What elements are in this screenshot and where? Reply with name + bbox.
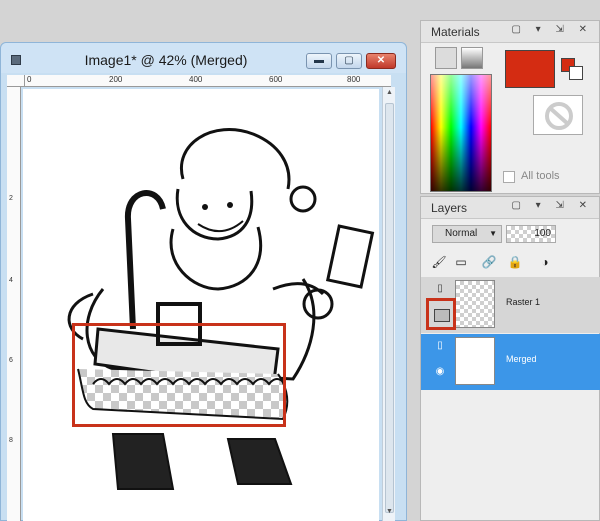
scroll-thumb[interactable] [385, 103, 394, 513]
minimize-icon: ▬ [314, 55, 324, 66]
link-icon[interactable]: 🔗 [481, 254, 497, 270]
foreground-swatch[interactable] [505, 50, 555, 88]
blend-mode-select[interactable]: Normal ▼ [432, 225, 502, 243]
santa-drawing [67, 128, 375, 490]
layer-thumbnail [455, 280, 495, 328]
horizontal-ruler: 0 200 400 600 800 [25, 75, 391, 87]
ruler-label: 6 [9, 357, 13, 364]
chevron-down-icon: ▼ [489, 229, 497, 238]
maximize-icon: ▢ [344, 55, 354, 66]
layer-icon: ▯ [437, 283, 443, 294]
layers-panel: Layers ▢ ▾ ⇲ ✕ Normal ▼ 100 🖌 ▭ 🔗 🔒 ◑ ▯ … [420, 196, 600, 521]
brush-icon[interactable]: 🖌 [431, 254, 447, 270]
all-tools-checkbox[interactable] [503, 171, 515, 183]
materials-panel: Materials ▢ ▾ ⇲ ✕ All tools [420, 20, 600, 194]
ruler-label: 8 [9, 437, 13, 444]
close-button[interactable]: ✕ [366, 53, 396, 69]
materials-header: Materials ▢ ▾ ⇲ ✕ [421, 21, 599, 43]
ruler-label: 800 [347, 75, 361, 84]
lock-icon[interactable]: 🔒 [507, 254, 523, 270]
annotation-highlight-mask[interactable] [426, 298, 456, 330]
image-canvas[interactable] [23, 89, 379, 521]
maximize-button[interactable]: ▢ [336, 53, 362, 69]
scroll-up-icon[interactable]: ▲ [383, 89, 396, 101]
scroll-down-icon[interactable]: ▼ [383, 508, 396, 520]
layers-header: Layers ▢ ▾ ⇲ ✕ [421, 197, 599, 219]
document-window: Image1* @ 42% (Merged) ▬ ▢ ✕ 0 200 400 6… [0, 42, 407, 521]
gradient-palette-icon[interactable] [461, 47, 483, 69]
visibility-toggle-icon[interactable]: ◑ [537, 254, 553, 270]
ruler-label: 4 [9, 277, 13, 284]
layer-thumbnail [455, 337, 495, 385]
ruler-label: 600 [269, 75, 283, 84]
ruler-corner [7, 75, 25, 87]
ruler-label: 200 [109, 75, 123, 84]
panel-controls-icon[interactable]: ▢ ▾ ⇲ ✕ [511, 200, 593, 211]
annotation-highlight-canvas [72, 323, 286, 427]
eye-icon[interactable]: ◉ [433, 366, 447, 380]
panel-controls-icon[interactable]: ▢ ▾ ⇲ ✕ [511, 24, 593, 35]
background-swatch[interactable] [533, 95, 583, 135]
document-titlebar[interactable]: Image1* @ 42% (Merged) ▬ ▢ ✕ [1, 43, 406, 73]
ruler-label: 400 [189, 75, 203, 84]
ruler-label: 0 [27, 75, 32, 84]
opacity-field[interactable]: 100 [506, 225, 556, 243]
layers-title: Layers [431, 201, 468, 215]
vertical-ruler: 2 4 6 8 [7, 87, 21, 521]
blend-mode-value: Normal [445, 228, 478, 239]
all-tools-label: All tools [521, 170, 560, 182]
null-icon [545, 102, 573, 130]
layer-name: Merged [506, 354, 537, 364]
minimize-button[interactable]: ▬ [306, 53, 332, 69]
color-spectrum[interactable] [430, 74, 492, 192]
layer-toolbar: 🖌 ▭ 🔗 🔒 ◑ [431, 254, 591, 272]
frame-palette-icon[interactable] [435, 47, 457, 69]
vertical-scrollbar[interactable]: ▲ ▼ [382, 87, 395, 521]
layer-icon: ▯ [437, 340, 443, 351]
new-layer-icon[interactable]: ▭ [453, 254, 469, 270]
layer-name: Raster 1 [506, 297, 541, 307]
small-background-swatch[interactable] [569, 66, 583, 80]
layer-row-merged[interactable]: ▯ ◉ Merged [421, 334, 600, 390]
ruler-label: 2 [9, 195, 13, 202]
document-title: Image1* @ 42% (Merged) [84, 52, 248, 68]
materials-title: Materials [431, 25, 480, 39]
close-icon: ✕ [376, 55, 386, 66]
